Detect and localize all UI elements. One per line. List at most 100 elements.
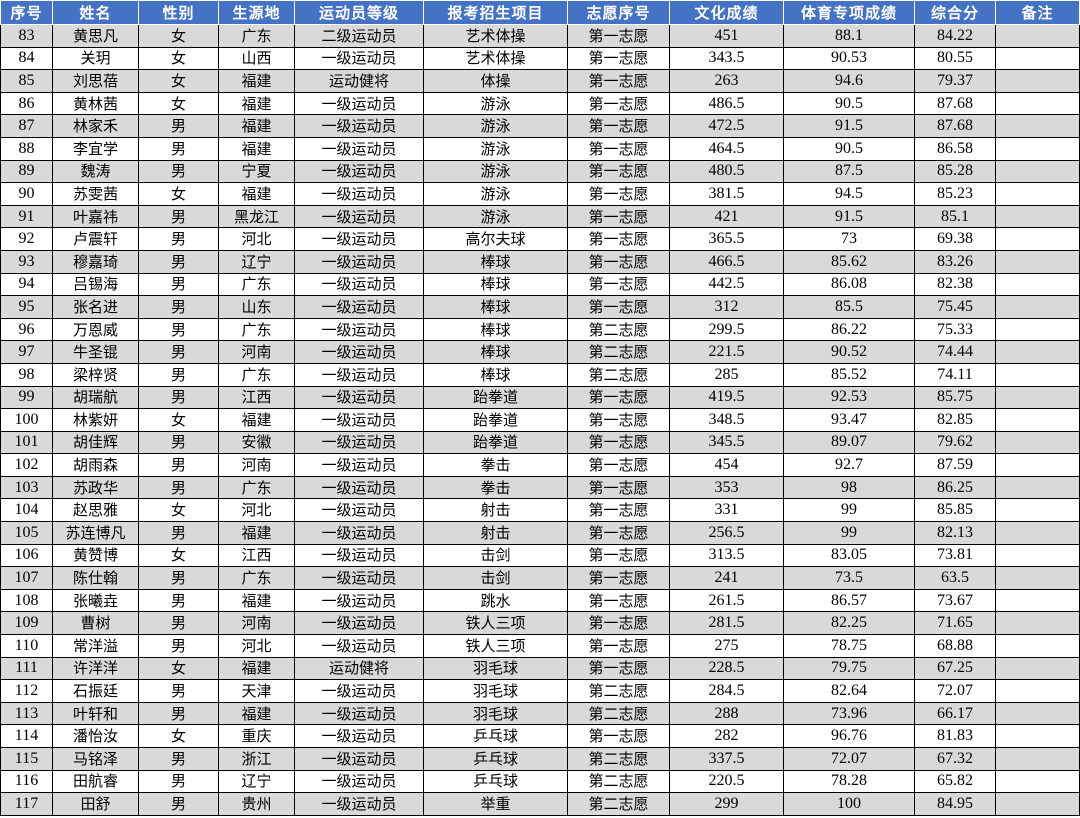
header-choice: 志愿序号 bbox=[567, 0, 670, 25]
cell-total-score: 74.44 bbox=[914, 340, 996, 364]
cell-culture-score: 451 bbox=[669, 24, 784, 48]
cell-program: 艺术体操 bbox=[423, 24, 568, 48]
cell-seq: 98 bbox=[0, 362, 53, 387]
cell-remarks bbox=[995, 136, 1080, 161]
cell-total-score: 69.38 bbox=[914, 227, 996, 251]
cell-athlete-level: 一级运动员 bbox=[294, 769, 424, 794]
table-row: 86 黄林茜女福建 一级运动员 游泳 第一志愿 486.5 90.5 87.68 bbox=[0, 91, 1080, 116]
cell-culture-score: 365.5 bbox=[669, 227, 784, 251]
cell-gender: 女 bbox=[138, 91, 219, 116]
cell-name: 黄林茜 bbox=[52, 91, 139, 116]
table-row: 111 许洋洋女福建 运动健将 羽毛球 第一志愿 228.5 79.75 67.25 bbox=[0, 656, 1080, 681]
cell-origin: 福建 bbox=[218, 701, 295, 726]
cell-name: 常洋溢 bbox=[52, 634, 139, 658]
cell-sport-score: 90.52 bbox=[783, 340, 915, 364]
cell-origin: 广东 bbox=[218, 24, 295, 48]
cell-program: 击剑 bbox=[423, 566, 568, 590]
cell-name: 张名进 bbox=[52, 295, 139, 319]
cell-origin: 福建 bbox=[218, 136, 295, 161]
cell-program: 体操 bbox=[423, 69, 568, 93]
cell-seq: 109 bbox=[0, 611, 53, 636]
cell-name: 李宜学 bbox=[52, 136, 139, 161]
table-row: 96 万恩威男广东 一级运动员 棒球 第二志愿 299.5 86.22 75.33 bbox=[0, 317, 1080, 342]
cell-origin: 广东 bbox=[218, 566, 295, 590]
header-gender: 性别 bbox=[138, 0, 219, 25]
cell-choice: 第一志愿 bbox=[567, 430, 670, 455]
cell-seq: 103 bbox=[0, 475, 53, 500]
cell-athlete-level: 一级运动员 bbox=[294, 204, 424, 229]
cell-sport-score: 90.5 bbox=[783, 136, 915, 161]
cell-program: 铁人三项 bbox=[423, 634, 568, 658]
cell-name: 田航睿 bbox=[52, 769, 139, 794]
cell-seq: 88 bbox=[0, 136, 53, 161]
cell-seq: 95 bbox=[0, 295, 53, 319]
cell-total-score: 85.75 bbox=[914, 385, 996, 410]
cell-remarks bbox=[995, 249, 1080, 274]
cell-culture-score: 480.5 bbox=[669, 159, 784, 184]
cell-athlete-level: 一级运动员 bbox=[294, 679, 424, 703]
cell-choice: 第一志愿 bbox=[567, 24, 670, 48]
cell-culture-score: 284.5 bbox=[669, 679, 784, 703]
table-row: 102 胡雨森男河南 一级运动员 拳击 第一志愿 454 92.7 87.59 bbox=[0, 453, 1080, 477]
cell-seq: 113 bbox=[0, 701, 53, 726]
cell-program: 棒球 bbox=[423, 295, 568, 319]
cell-athlete-level: 一级运动员 bbox=[294, 521, 424, 545]
cell-name: 卢震轩 bbox=[52, 227, 139, 251]
cell-sport-score: 100 bbox=[783, 792, 915, 816]
cell-name: 胡雨森 bbox=[52, 453, 139, 477]
cell-name: 石振廷 bbox=[52, 679, 139, 703]
cell-origin: 广东 bbox=[218, 362, 295, 387]
cell-sport-score: 94.6 bbox=[783, 69, 915, 93]
cell-sport-score: 99 bbox=[783, 498, 915, 523]
cell-name: 林家禾 bbox=[52, 114, 139, 138]
cell-seq: 97 bbox=[0, 340, 53, 364]
cell-program: 击剑 bbox=[423, 543, 568, 568]
cell-seq: 93 bbox=[0, 249, 53, 274]
cell-sport-score: 73.96 bbox=[783, 701, 915, 726]
cell-seq: 102 bbox=[0, 453, 53, 477]
cell-seq: 96 bbox=[0, 317, 53, 342]
cell-name: 魏涛 bbox=[52, 159, 139, 184]
cell-culture-score: 313.5 bbox=[669, 543, 784, 568]
cell-choice: 第一志愿 bbox=[567, 724, 670, 748]
cell-total-score: 71.65 bbox=[914, 611, 996, 636]
table-row: 115 马铭泽男浙江 一级运动员 乒乓球 第二志愿 337.5 72.07 67.32 bbox=[0, 747, 1080, 771]
cell-remarks bbox=[995, 317, 1080, 342]
cell-seq: 107 bbox=[0, 566, 53, 590]
cell-sport-score: 89.07 bbox=[783, 430, 915, 455]
cell-remarks bbox=[995, 114, 1080, 138]
cell-seq: 111 bbox=[0, 656, 53, 681]
cell-program: 游泳 bbox=[423, 182, 568, 206]
table-row: 108 张曦垚男福建 一级运动员 跳水 第一志愿 261.5 86.57 73.67 bbox=[0, 588, 1080, 613]
cell-total-score: 83.26 bbox=[914, 249, 996, 274]
cell-athlete-level: 运动健将 bbox=[294, 69, 424, 93]
cell-choice: 第二志愿 bbox=[567, 679, 670, 703]
cell-choice: 第一志愿 bbox=[567, 227, 670, 251]
cell-seq: 99 bbox=[0, 385, 53, 410]
table-row: 107 陈仕翰男广东 一级运动员 击剑 第一志愿 241 73.5 63.5 bbox=[0, 566, 1080, 590]
cell-name: 张曦垚 bbox=[52, 588, 139, 613]
cell-total-score: 87.68 bbox=[914, 114, 996, 138]
cell-athlete-level: 一级运动员 bbox=[294, 588, 424, 613]
cell-program: 拳击 bbox=[423, 453, 568, 477]
cell-remarks bbox=[995, 566, 1080, 590]
table-row: 90 苏雯茜女福建 一级运动员 游泳 第一志愿 381.5 94.5 85.23 bbox=[0, 182, 1080, 206]
cell-athlete-level: 二级运动员 bbox=[294, 24, 424, 48]
cell-name: 叶轩和 bbox=[52, 701, 139, 726]
cell-remarks bbox=[995, 679, 1080, 703]
table-row: 104 赵思雅女河北 一级运动员 射击 第一志愿 331 99 85.85 bbox=[0, 498, 1080, 523]
cell-program: 棒球 bbox=[423, 317, 568, 342]
cell-gender: 男 bbox=[138, 747, 219, 771]
cell-sport-score: 85.62 bbox=[783, 249, 915, 274]
cell-sport-score: 79.75 bbox=[783, 656, 915, 681]
cell-culture-score: 331 bbox=[669, 498, 784, 523]
cell-origin: 河南 bbox=[218, 453, 295, 477]
cell-name: 许洋洋 bbox=[52, 656, 139, 681]
cell-origin: 河南 bbox=[218, 340, 295, 364]
cell-gender: 男 bbox=[138, 430, 219, 455]
cell-athlete-level: 一级运动员 bbox=[294, 136, 424, 161]
cell-athlete-level: 一级运动员 bbox=[294, 385, 424, 410]
cell-culture-score: 442.5 bbox=[669, 272, 784, 297]
cell-choice: 第一志愿 bbox=[567, 543, 670, 568]
cell-program: 乒乓球 bbox=[423, 769, 568, 794]
